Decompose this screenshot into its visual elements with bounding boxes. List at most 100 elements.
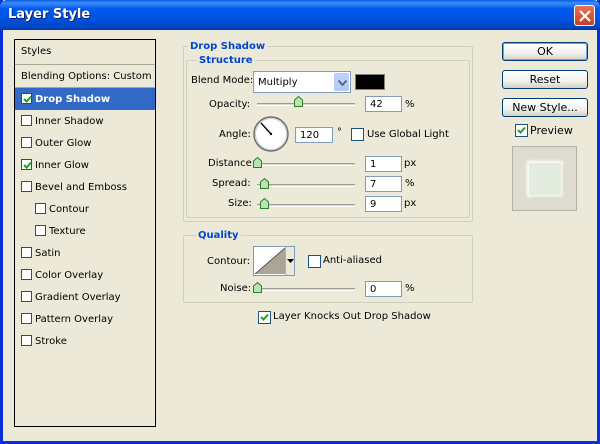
spread-slider-thumb[interactable] [259, 178, 269, 189]
layer-style-dialog: Layer Style Styles Blending Options: Cus… [0, 0, 600, 444]
contour-picker[interactable] [253, 246, 295, 276]
style-item[interactable]: Blending Options: Custom [15, 66, 155, 88]
style-item[interactable]: Bevel and Emboss [15, 176, 155, 198]
noise-unit: % [405, 283, 415, 294]
style-item[interactable]: Outer Glow [15, 132, 155, 154]
spread-slider-track[interactable] [257, 184, 355, 187]
style-checkbox[interactable] [21, 313, 32, 324]
style-item[interactable]: Contour [15, 198, 155, 220]
style-item-label: Outer Glow [35, 138, 92, 149]
angle-unit: ° [337, 127, 342, 138]
contour-curve-icon [255, 248, 285, 274]
distance-slider-thumb[interactable] [253, 157, 262, 168]
angle-dial[interactable] [252, 115, 290, 153]
distance-unit: px [404, 158, 417, 169]
style-checkbox[interactable] [21, 137, 32, 148]
angle-label: Angle: [219, 129, 251, 140]
blend-mode-value: Multiply [258, 77, 298, 88]
style-item-label: Pattern Overlay [35, 314, 114, 325]
checkmark-icon [260, 313, 269, 321]
title-bar[interactable]: Layer Style [0, 0, 600, 30]
opacity-input[interactable]: 42 [365, 96, 402, 112]
style-item[interactable]: Satin [15, 242, 155, 264]
style-item-label: Bevel and Emboss [35, 182, 127, 193]
opacity-unit: % [405, 99, 415, 110]
structure-title: Structure [197, 55, 255, 66]
size-input[interactable]: 9 [365, 196, 402, 212]
style-item-label: Gradient Overlay [35, 292, 121, 303]
blend-mode-dropdown-button[interactable] [334, 73, 349, 91]
style-item-label: Drop Shadow [35, 94, 111, 105]
contour-dropdown-button[interactable] [285, 247, 294, 275]
opacity-slider-thumb[interactable] [294, 96, 304, 107]
spread-unit: % [405, 178, 415, 189]
size-slider-track[interactable] [257, 204, 355, 207]
styles-header: Styles [15, 40, 155, 65]
angle-input[interactable]: 120 [295, 127, 333, 143]
style-checkbox[interactable] [21, 159, 32, 170]
style-checkbox[interactable] [21, 269, 32, 280]
style-checkbox[interactable] [35, 225, 46, 236]
style-item[interactable]: Texture [15, 220, 155, 242]
anti-aliased-label[interactable]: Anti-aliased [323, 255, 382, 266]
style-checkbox[interactable] [35, 203, 46, 214]
style-item-label: Contour [49, 204, 89, 215]
drop-shadow-title: Drop Shadow [188, 41, 268, 52]
checkmark-icon [23, 161, 32, 169]
style-checkbox[interactable] [21, 291, 32, 302]
noise-slider-track[interactable] [257, 288, 355, 291]
use-global-light-checkbox[interactable] [351, 128, 364, 141]
style-item[interactable]: Gradient Overlay [15, 286, 155, 308]
style-checkbox[interactable] [21, 93, 32, 104]
style-item-label: Inner Glow [35, 160, 89, 171]
new-style-button[interactable]: New Style... [502, 98, 588, 117]
styles-list: Styles Blending Options: Custom Drop Shad… [14, 39, 156, 427]
style-item[interactable]: Drop Shadow [15, 88, 155, 110]
style-item-label: Inner Shadow [35, 116, 104, 127]
knockout-label[interactable]: Layer Knocks Out Drop Shadow [273, 311, 431, 322]
style-checkbox[interactable] [21, 247, 32, 258]
spread-label: Spread: [212, 178, 251, 189]
size-unit: px [404, 198, 417, 209]
style-item[interactable]: Stroke [15, 330, 155, 352]
preview-checkbox[interactable] [515, 124, 528, 137]
style-checkbox[interactable] [21, 115, 32, 126]
spread-input[interactable]: 7 [365, 176, 402, 192]
style-checkbox[interactable] [21, 335, 32, 346]
style-item[interactable]: Color Overlay [15, 264, 155, 286]
preview-label[interactable]: Preview [530, 124, 573, 137]
style-preview [512, 146, 577, 211]
ok-button[interactable]: OK [502, 42, 588, 61]
preview-swatch [529, 163, 561, 195]
opacity-slider-track[interactable] [257, 103, 355, 106]
use-global-light-label[interactable]: Use Global Light [367, 129, 449, 140]
window-title: Layer Style [8, 7, 91, 22]
reset-button[interactable]: Reset [502, 70, 588, 89]
close-icon [579, 10, 591, 22]
anti-aliased-checkbox[interactable] [308, 255, 321, 268]
noise-slider-thumb[interactable] [253, 282, 262, 293]
quality-title: Quality [196, 230, 241, 241]
distance-input[interactable]: 1 [365, 156, 402, 172]
style-item-label: Blending Options: Custom [21, 71, 152, 82]
size-label: Size: [228, 198, 252, 209]
blend-mode-select[interactable]: Multiply [253, 71, 351, 93]
triangle-down-icon [287, 259, 294, 263]
style-item[interactable]: Pattern Overlay [15, 308, 155, 330]
knockout-checkbox[interactable] [258, 311, 271, 324]
opacity-label: Opacity: [209, 99, 251, 110]
distance-slider-track[interactable] [257, 163, 355, 166]
checkmark-icon [23, 95, 32, 103]
noise-input[interactable]: 0 [365, 281, 402, 297]
checkmark-icon [517, 126, 526, 134]
style-item-label: Satin [35, 248, 61, 259]
noise-label: Noise: [220, 283, 252, 294]
chevron-down-icon [338, 80, 347, 86]
style-item[interactable]: Inner Glow [15, 154, 155, 176]
close-button[interactable] [574, 5, 595, 26]
size-slider-thumb[interactable] [259, 198, 269, 209]
shadow-color-swatch[interactable] [355, 74, 385, 90]
style-item[interactable]: Inner Shadow [15, 110, 155, 132]
blend-mode-label: Blend Mode: [191, 75, 254, 86]
style-checkbox[interactable] [21, 181, 32, 192]
